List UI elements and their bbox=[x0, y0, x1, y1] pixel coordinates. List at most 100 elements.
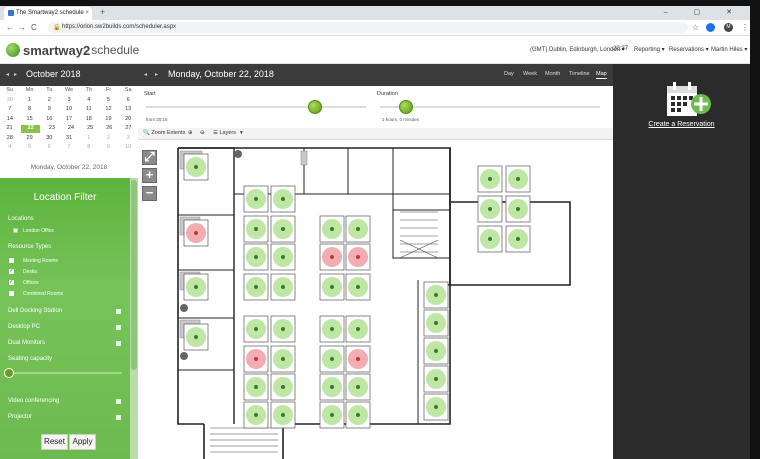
calendar-day[interactable]: 31 bbox=[59, 134, 79, 144]
calendar-day[interactable]: 19 bbox=[99, 115, 119, 125]
feature-checkbox[interactable] bbox=[116, 325, 121, 330]
calendar-day[interactable]: 2 bbox=[39, 96, 59, 106]
calendar-day[interactable]: 9 bbox=[39, 105, 59, 115]
calendar-day[interactable]: 30 bbox=[0, 96, 20, 106]
calendar-day[interactable]: 6 bbox=[118, 96, 138, 106]
calendar-day[interactable]: 4 bbox=[79, 96, 99, 106]
calendar-day[interactable]: 23 bbox=[42, 124, 61, 134]
window-controls[interactable]: – ▢ ✕ bbox=[664, 8, 744, 16]
calendar-day[interactable]: 18 bbox=[79, 115, 99, 125]
zoom-out-tool-icon[interactable]: ⊖ bbox=[200, 130, 205, 136]
extension-icon[interactable] bbox=[706, 23, 715, 32]
calendar-day[interactable]: 14 bbox=[0, 115, 20, 125]
zoom-in-button[interactable]: + bbox=[142, 168, 157, 183]
timezone-select[interactable]: (GMT) Dublin, Edinburgh, London ▾ bbox=[530, 46, 625, 53]
url-field[interactable]: 🔒 https://orion.sw2builds.com/scheduler.… bbox=[48, 22, 688, 33]
calendar-day[interactable]: 7 bbox=[59, 143, 79, 153]
filter-scrollbar[interactable] bbox=[130, 178, 138, 459]
calendar-day[interactable]: 21 bbox=[0, 124, 19, 134]
calendar-day[interactable]: 10 bbox=[118, 143, 138, 153]
calendar-day[interactable]: 26 bbox=[100, 124, 119, 134]
calendar-day[interactable]: 25 bbox=[81, 124, 100, 134]
calendar-day[interactable]: 15 bbox=[20, 115, 40, 125]
reporting-menu[interactable]: Reporting ▾ bbox=[634, 46, 665, 53]
floor-plan[interactable] bbox=[138, 140, 613, 459]
calendar-day[interactable]: 4 bbox=[0, 143, 20, 153]
calendar-day[interactable]: 3 bbox=[118, 134, 138, 144]
reset-button[interactable]: Reset bbox=[41, 434, 68, 450]
view-next-icon[interactable]: ▸ bbox=[155, 71, 158, 78]
calendar-day[interactable]: 17 bbox=[59, 115, 79, 125]
resource-type-checkbox[interactable]: ✓ bbox=[9, 269, 14, 274]
close-tab-icon[interactable]: × bbox=[85, 10, 89, 16]
calendar-day[interactable]: 2 bbox=[99, 134, 119, 144]
calendar-day[interactable]: 10 bbox=[59, 105, 79, 115]
calendar-day[interactable]: 27 bbox=[119, 124, 138, 134]
zoom-out-button[interactable]: − bbox=[142, 186, 157, 201]
calendar-day[interactable]: 22 bbox=[21, 125, 41, 133]
calendar-day[interactable]: 11 bbox=[79, 105, 99, 115]
resource-type-checkbox[interactable]: ✓ bbox=[9, 280, 14, 285]
calendar-day[interactable]: 8 bbox=[20, 105, 40, 115]
calendar-next-icon[interactable]: ▸ bbox=[14, 71, 17, 78]
view-prev-icon[interactable]: ◂ bbox=[144, 71, 147, 78]
start-slider-track[interactable] bbox=[146, 106, 366, 108]
resource-type-checkbox[interactable] bbox=[9, 258, 14, 263]
calendar-day[interactable]: 24 bbox=[61, 124, 80, 134]
calendar-day[interactable]: 5 bbox=[99, 96, 119, 106]
calendar-day[interactable]: 1 bbox=[79, 134, 99, 144]
create-reservation-icon[interactable] bbox=[665, 80, 713, 120]
location-checkbox[interactable] bbox=[13, 228, 18, 233]
feature-checkbox[interactable] bbox=[116, 399, 121, 404]
calendar-day[interactable]: 12 bbox=[99, 105, 119, 115]
fullscreen-button[interactable]: ⤢ bbox=[142, 150, 157, 165]
new-tab-button[interactable]: + bbox=[100, 7, 105, 17]
feature-checkbox[interactable] bbox=[116, 309, 121, 314]
reservations-menu[interactable]: Reservations ▾ bbox=[669, 46, 709, 53]
seating-capacity-slider[interactable] bbox=[4, 368, 122, 378]
zoom-extents-button[interactable]: 🔍 Zoom Extents bbox=[143, 130, 185, 136]
feature-checkbox[interactable] bbox=[116, 415, 121, 420]
calendar-day[interactable]: 7 bbox=[0, 105, 20, 115]
calendar-day[interactable]: 9 bbox=[99, 143, 119, 153]
tab-map[interactable]: Map bbox=[596, 71, 607, 79]
logo[interactable]: smartway2 schedule bbox=[6, 42, 139, 58]
tab-week[interactable]: Week bbox=[523, 71, 537, 77]
tab-timeline[interactable]: Timeline bbox=[569, 71, 590, 77]
start-slider-knob[interactable] bbox=[308, 100, 322, 114]
tab-month[interactable]: Month bbox=[545, 71, 560, 77]
floor-map[interactable]: ⤢ + − bbox=[138, 140, 613, 459]
calendar-day[interactable]: 13 bbox=[118, 105, 138, 115]
scroll-thumb[interactable] bbox=[131, 180, 137, 370]
zoom-in-tool-icon[interactable]: ⊕ bbox=[188, 130, 193, 136]
create-reservation-link[interactable]: Create a Reservation bbox=[613, 121, 750, 128]
calendar-day[interactable]: 6 bbox=[39, 143, 59, 153]
back-icon[interactable]: ← bbox=[6, 23, 14, 32]
forward-icon[interactable]: → bbox=[18, 23, 26, 32]
calendar-day[interactable]: 16 bbox=[39, 115, 59, 125]
layers-dropdown-icon[interactable]: ▾ bbox=[240, 130, 243, 136]
browser-menu-icon[interactable]: ⋮ bbox=[741, 23, 749, 32]
calendar-day[interactable]: 28 bbox=[0, 134, 20, 144]
calendar-day[interactable]: 3 bbox=[59, 96, 79, 106]
profile-icon[interactable]: M bbox=[724, 23, 733, 32]
seating-slider-knob[interactable] bbox=[4, 368, 14, 378]
reload-icon[interactable]: C bbox=[31, 23, 37, 32]
resource-type-checkbox[interactable] bbox=[9, 291, 14, 296]
calendar-prev-icon[interactable]: ◂ bbox=[6, 71, 9, 78]
calendar-day[interactable]: 20 bbox=[118, 115, 138, 125]
calendar-day[interactable]: 30 bbox=[39, 134, 59, 144]
calendar-day[interactable]: 8 bbox=[79, 143, 99, 153]
duration-slider-knob[interactable] bbox=[399, 100, 413, 114]
bookmark-star-icon[interactable]: ☆ bbox=[692, 23, 699, 32]
layers-button[interactable]: ☰ Layers bbox=[213, 130, 236, 136]
tab-day[interactable]: Day bbox=[504, 71, 514, 77]
calendar-day[interactable]: 5 bbox=[20, 143, 40, 153]
user-menu[interactable]: Martin Hiles ▾ bbox=[711, 46, 747, 53]
calendar-day[interactable]: 1 bbox=[20, 96, 40, 106]
feature-checkbox[interactable] bbox=[116, 341, 121, 346]
duration-slider-track[interactable] bbox=[380, 106, 600, 108]
location-item[interactable]: London Office bbox=[23, 228, 54, 234]
calendar-day[interactable]: 29 bbox=[20, 134, 40, 144]
browser-tab[interactable]: The Smartway2 schedule × bbox=[4, 7, 92, 20]
